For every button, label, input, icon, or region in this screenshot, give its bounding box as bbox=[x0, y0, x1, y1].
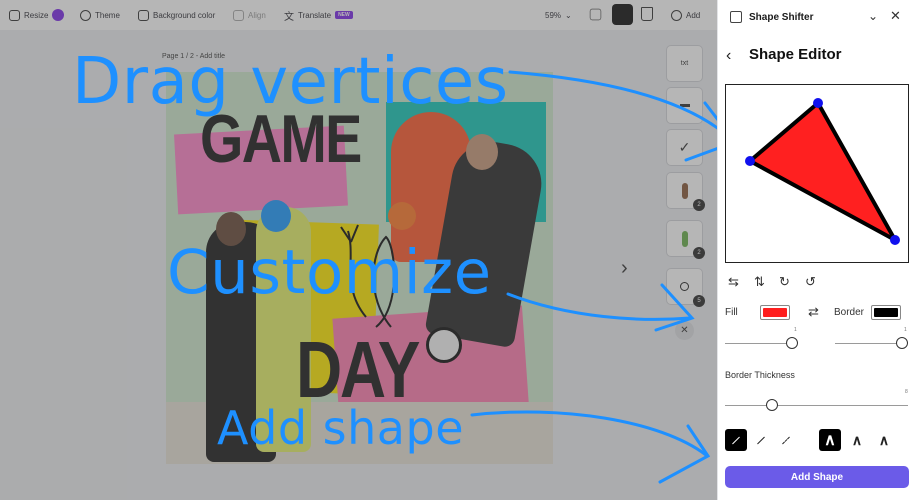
rotate-clockwise-icon[interactable]: ↻ bbox=[779, 274, 790, 290]
bevel-join-button[interactable]: ∧ bbox=[873, 429, 895, 451]
arrow-to-vertex bbox=[508, 70, 734, 142]
dashed-line-button[interactable] bbox=[775, 429, 797, 451]
solid-line-button[interactable] bbox=[725, 429, 747, 451]
bevel-join-icon: ∧ bbox=[878, 431, 890, 448]
vertex-handle[interactable] bbox=[813, 98, 823, 108]
round-join-icon: ∧ bbox=[851, 431, 863, 448]
triangle-shape[interactable] bbox=[748, 101, 897, 242]
swap-colors-icon[interactable]: ⇄ bbox=[808, 304, 819, 320]
vertex-handle[interactable] bbox=[745, 156, 755, 166]
dashed-line-icon bbox=[782, 436, 790, 444]
back-arrow-icon[interactable]: ‹ bbox=[726, 47, 731, 65]
shape-preview[interactable] bbox=[725, 84, 909, 263]
short-line-button[interactable] bbox=[750, 429, 772, 451]
border-thickness-label: Border Thickness bbox=[725, 370, 795, 380]
app-icon bbox=[730, 11, 742, 23]
border-thickness-track[interactable] bbox=[725, 405, 908, 406]
add-shape-button[interactable]: Add Shape bbox=[725, 466, 909, 488]
vertex-handle[interactable] bbox=[890, 235, 900, 245]
border-opacity-thumb[interactable] bbox=[896, 337, 908, 349]
border-thickness-value: 8 bbox=[905, 389, 908, 395]
border-opacity-track[interactable] bbox=[835, 343, 905, 344]
flip-horizontal-icon[interactable]: ⇆ bbox=[728, 274, 739, 290]
shape-shifter-panel: Shape Shifter ⌄ ✕ ‹ Shape Editor ⇆ ⇅ ↻ ↺… bbox=[717, 0, 917, 500]
close-icon[interactable]: ✕ bbox=[890, 8, 901, 24]
border-thickness-thumb[interactable] bbox=[766, 399, 778, 411]
fill-opacity-value: 1 bbox=[794, 327, 797, 333]
miter-join-icon: ∧ bbox=[824, 432, 836, 449]
fill-color-swatch[interactable] bbox=[760, 305, 790, 320]
panel-header: Shape Shifter ⌄ ✕ bbox=[718, 0, 917, 34]
fill-color-value bbox=[763, 308, 787, 317]
shape-canvas[interactable] bbox=[726, 85, 907, 261]
editor-title: Shape Editor bbox=[749, 46, 842, 63]
border-color-value bbox=[874, 308, 898, 317]
flip-vertical-icon[interactable]: ⇅ bbox=[754, 274, 765, 290]
border-opacity-value: 1 bbox=[904, 327, 907, 333]
border-label: Border bbox=[834, 307, 865, 318]
fill-opacity-track[interactable] bbox=[725, 343, 795, 344]
app-title: Shape Shifter bbox=[749, 12, 814, 23]
round-join-button[interactable]: ∧ bbox=[846, 429, 868, 451]
border-color-swatch[interactable] bbox=[871, 305, 901, 320]
chevron-down-icon[interactable]: ⌄ bbox=[868, 9, 878, 23]
line-icon bbox=[757, 436, 765, 444]
rotate-counterclockwise-icon[interactable]: ↺ bbox=[805, 274, 816, 290]
fill-label: Fill bbox=[725, 307, 738, 318]
miter-join-button[interactable]: ∧ bbox=[819, 429, 841, 451]
solid-line-icon bbox=[732, 436, 740, 444]
fill-opacity-thumb[interactable] bbox=[786, 337, 798, 349]
